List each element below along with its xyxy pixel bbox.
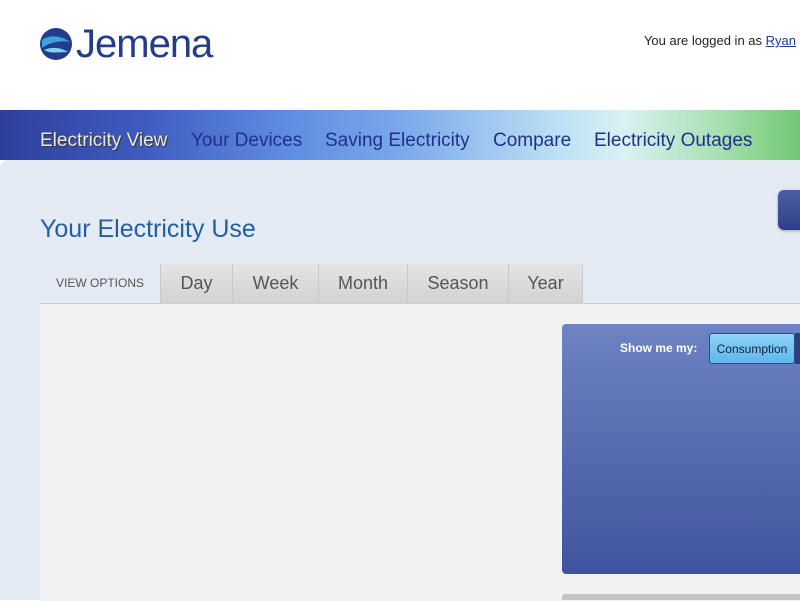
nav-your-devices[interactable]: Your Devices [191,130,302,152]
login-prefix: You are logged in as [643,33,763,48]
tab-year[interactable]: Year [508,264,583,303]
jemena-logo-icon [40,28,72,60]
nav-compare[interactable]: Compare [493,130,571,152]
nav-saving-electricity[interactable]: Saving Electricity [325,130,470,152]
logo-text: Jemena [76,22,213,66]
side-tab-button[interactable] [778,190,800,230]
view-options-label: VIEW OPTIONS [40,264,160,303]
tab-season[interactable]: Season [407,264,508,303]
user-name-link[interactable]: Ryan [766,33,796,48]
main-nav: Electricity View Your Devices Saving Ele… [0,110,800,160]
nav-electricity-outages[interactable]: Electricity Outages [594,130,752,152]
show-me-label: Show me my: [620,341,698,355]
login-status: You are logged in as Ryan [644,33,796,48]
bottom-panel-strip [562,594,800,600]
next-option-button[interactable] [795,333,800,364]
tab-month[interactable]: Month [318,264,407,303]
tab-week[interactable]: Week [232,264,318,303]
consumption-button[interactable]: Consumption [709,333,795,364]
jemena-logo[interactable]: Jemena [38,22,213,66]
tab-day[interactable]: Day [160,264,232,303]
nav-electricity-view[interactable]: Electricity View [40,130,167,152]
page-title: Your Electricity Use [40,215,256,243]
